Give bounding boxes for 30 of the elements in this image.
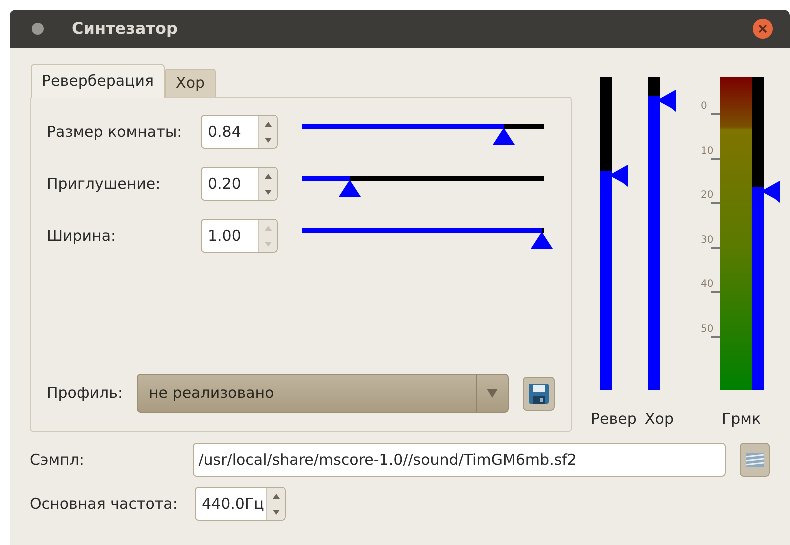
fader-label: Грмк bbox=[722, 409, 762, 430]
save-button[interactable] bbox=[523, 376, 555, 410]
parameter-label: Размер комнаты: bbox=[47, 122, 184, 143]
tab[interactable]: Хор bbox=[165, 69, 216, 97]
sample-path-field[interactable]: /usr/local/share/mscore-1.0//sound/TimGM6mb.sf2 bbox=[192, 443, 726, 477]
fader-label: Ревер bbox=[591, 409, 637, 430]
base-frequency-label: Основная частота: bbox=[30, 494, 179, 515]
fader-label: Хор bbox=[645, 409, 674, 430]
parameter-label: Приглушение: bbox=[47, 174, 162, 195]
scale-label: 10 bbox=[701, 146, 714, 156]
profile-label: Профиль: bbox=[47, 383, 124, 404]
scale-label: 30 bbox=[701, 236, 714, 246]
fader-track[interactable] bbox=[752, 77, 764, 390]
close-icon[interactable] bbox=[752, 18, 774, 40]
profile-dropdown[interactable]: не реализовано bbox=[137, 374, 509, 413]
slider-track[interactable] bbox=[302, 176, 544, 180]
stacked-sheets-icon bbox=[745, 451, 766, 469]
tab[interactable]: Реверберация bbox=[31, 64, 166, 98]
window-menu-icon[interactable] bbox=[32, 23, 44, 35]
scale-label: 40 bbox=[701, 280, 714, 290]
parameter-label: Ширина: bbox=[47, 226, 118, 247]
slider-track[interactable] bbox=[302, 124, 544, 128]
scale-label: 0 bbox=[701, 102, 708, 112]
scale-label: 50 bbox=[701, 324, 714, 334]
scale-label: 20 bbox=[701, 191, 714, 201]
fader-track[interactable] bbox=[600, 77, 612, 390]
sample-label: Сэмпл: bbox=[30, 450, 86, 471]
slider-thumb[interactable] bbox=[531, 232, 553, 248]
window-title: Синтезатор bbox=[72, 18, 178, 40]
dropdown-arrow-icon bbox=[487, 389, 498, 398]
